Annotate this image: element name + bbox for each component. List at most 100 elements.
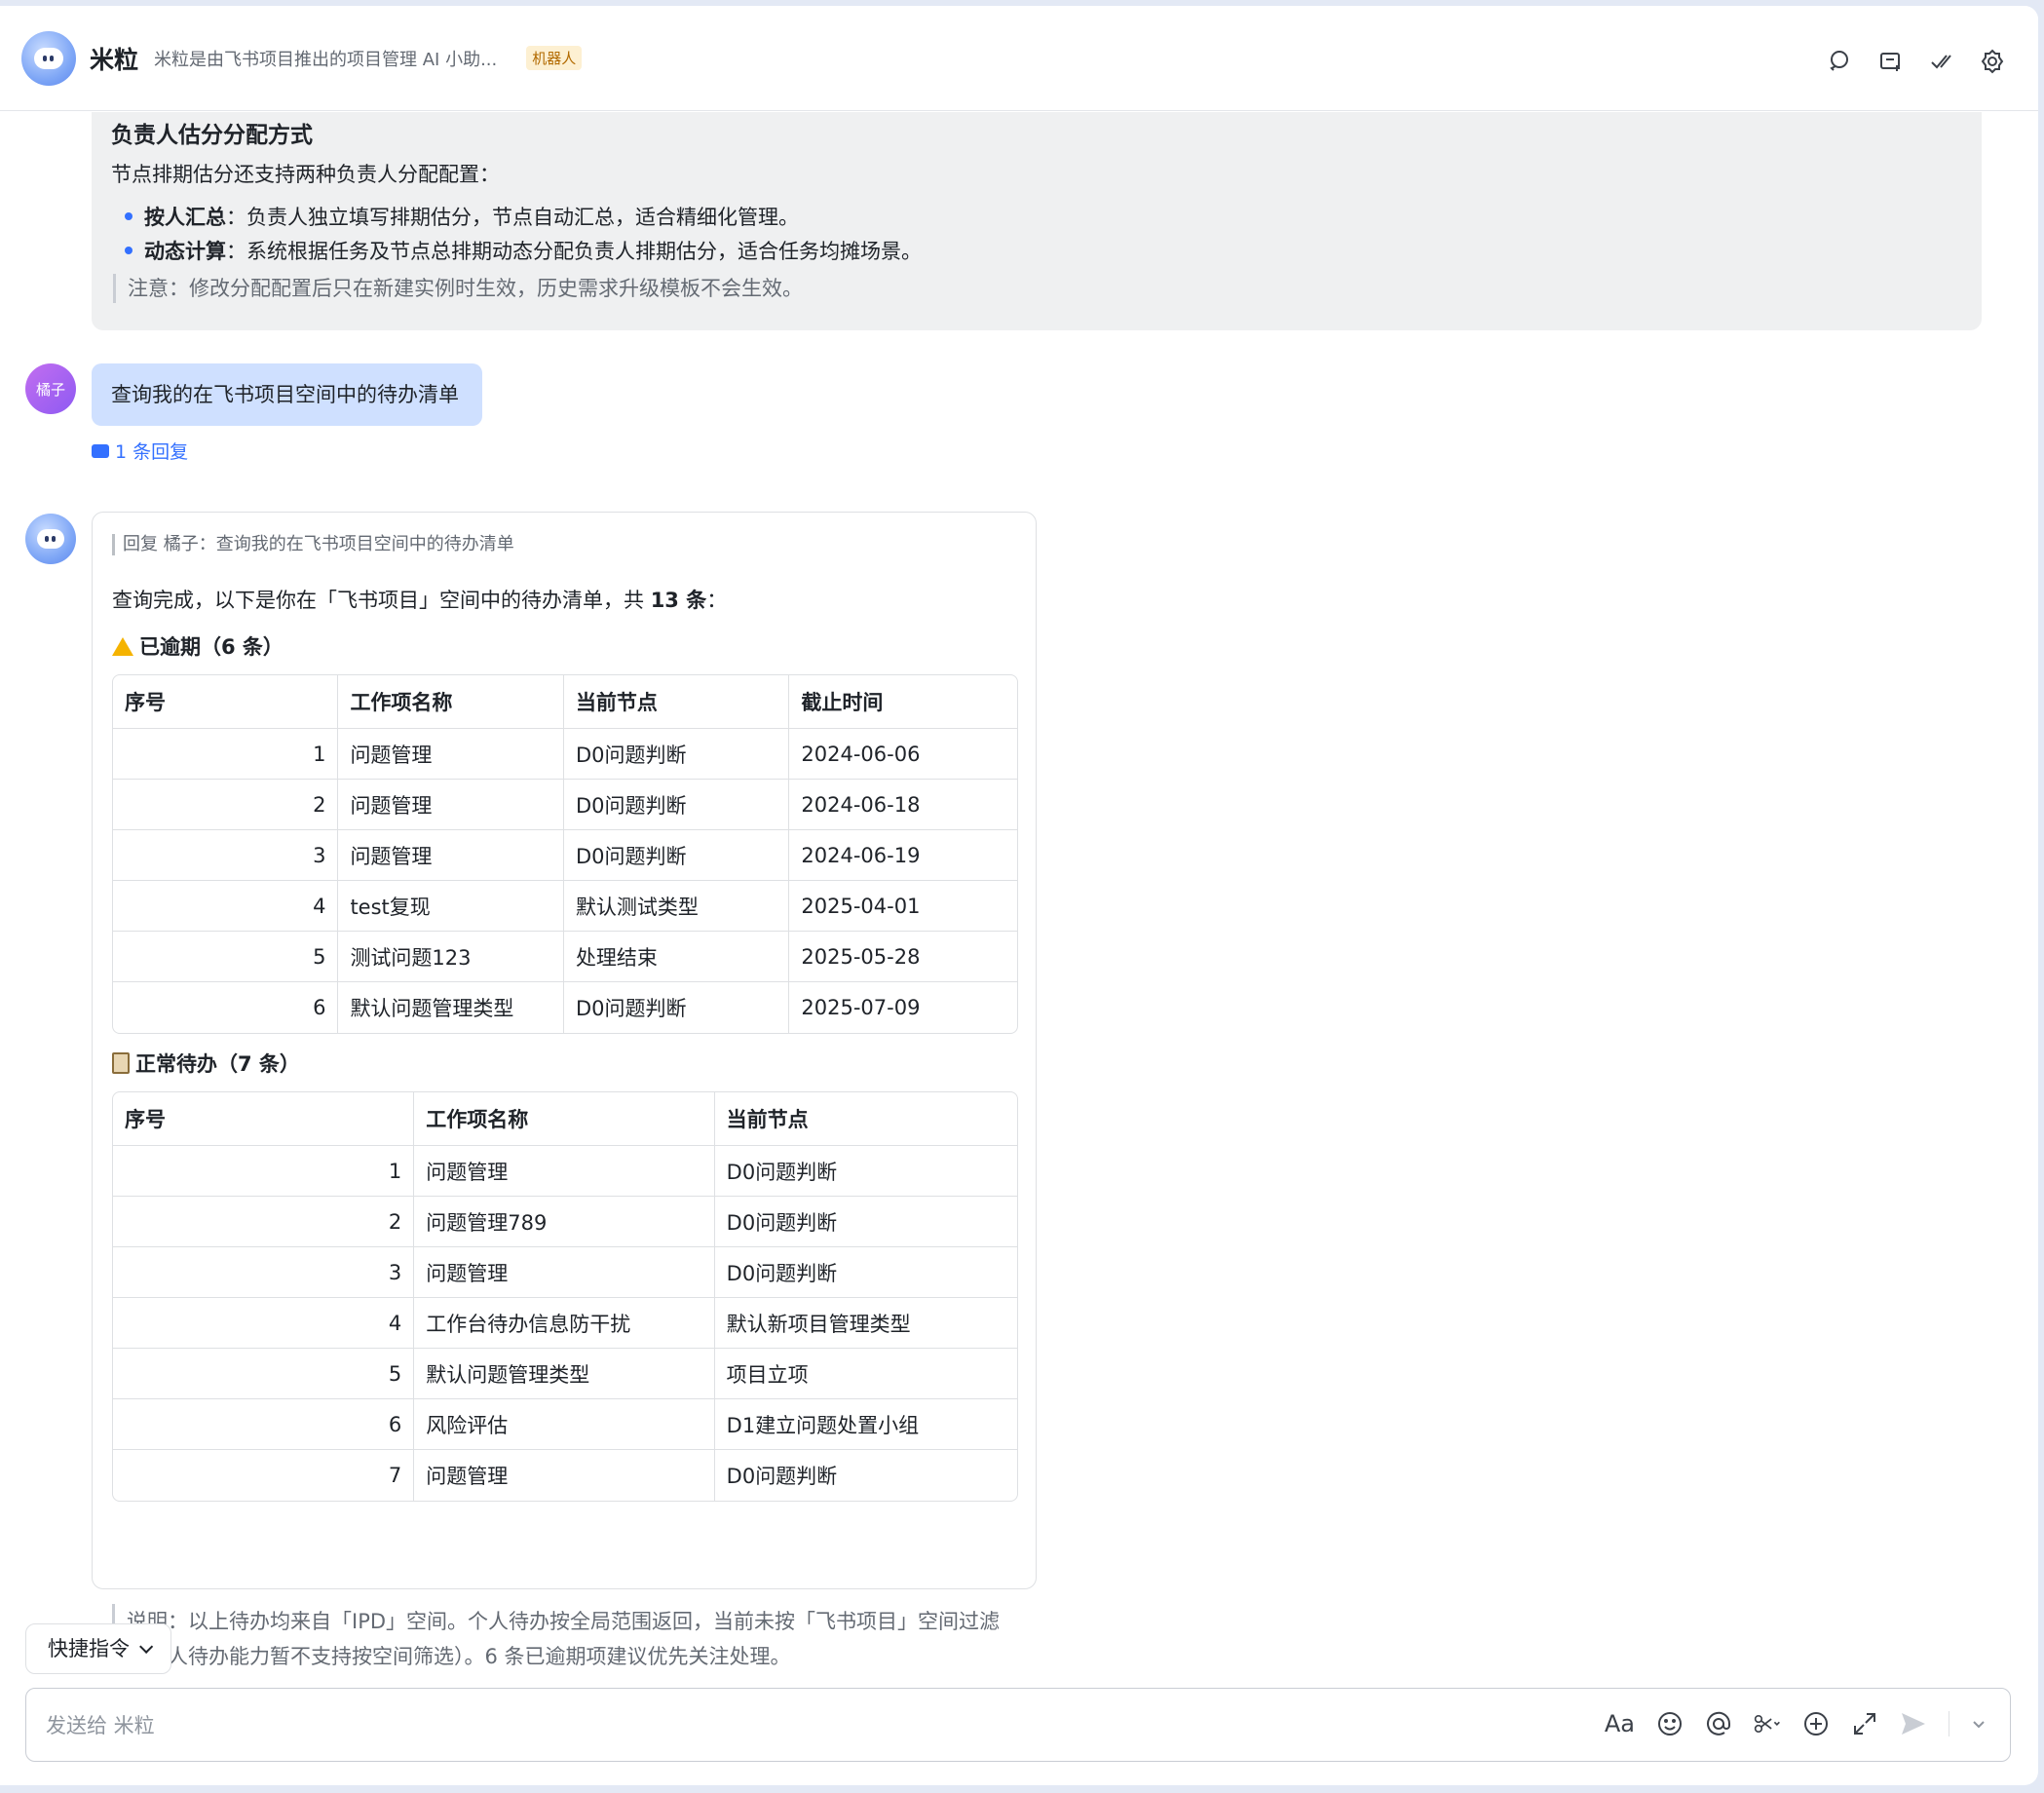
table-row: 7 问题管理 D0问题判断: [113, 1450, 1017, 1501]
table-cell: test复现: [338, 881, 564, 932]
message-input[interactable]: [46, 1708, 1507, 1743]
table-row: 6 风险评估 D1建立问题处置小组: [113, 1399, 1017, 1450]
bullet-list: 按人汇总：负责人独立填写排期估分，节点自动汇总，适合精细化管理。 动态计算：系统…: [125, 202, 922, 270]
table-cell: D0问题判断: [714, 1247, 1017, 1298]
message-paragraph: 节点排期估分还支持两种负责人分配配置：: [111, 163, 500, 186]
scissors-screenshot-icon[interactable]: [1754, 1710, 1781, 1737]
table-cell: 2: [113, 780, 339, 830]
table-cell: D0问题判断: [726, 1465, 838, 1488]
note-quote: 注意：修改分配配置后只在新建实例时生效，历史需求升级模板不会生效。: [113, 274, 803, 303]
settings-gear-icon[interactable]: [1980, 49, 2005, 74]
message-heading: 负责人估分分配方式: [111, 123, 313, 148]
table-cell: 默认新项目管理类型: [714, 1298, 1017, 1349]
table-cell: 2024-06-06: [789, 729, 1017, 780]
table-row: 1 问题管理 D0问题判断 2024-06-06: [113, 729, 1017, 780]
table-cell: D0问题判断: [564, 982, 790, 1033]
table-row: 4 工作台待办信息防干扰 默认新项目管理类型: [113, 1298, 1017, 1349]
table-cell: 2: [113, 1197, 415, 1247]
list-item: 动态计算：系统根据任务及节点总排期动态分配负责人排期估分，适合任务均摊场景。: [125, 236, 922, 270]
new-topic-icon[interactable]: [1878, 49, 1904, 74]
emoji-icon[interactable]: [1656, 1710, 1684, 1737]
table-cell: 工作台待办信息防干扰: [414, 1298, 715, 1349]
table-cell: 3: [113, 830, 339, 881]
reply-quote[interactable]: 回复 橘子：查询我的在飞书项目空间中的待办清单: [112, 534, 514, 555]
normal-section-title: 正常待办（7 条）: [112, 1049, 300, 1078]
chevron-down-icon: [139, 1639, 154, 1654]
table-cell: D0问题判断: [714, 1146, 1017, 1197]
table-cell: 6: [113, 1399, 415, 1450]
table-cell: 5: [113, 932, 339, 982]
table-cell: 2025-07-09: [801, 996, 921, 1019]
add-plus-icon[interactable]: [1802, 1710, 1830, 1737]
column-header: 工作项名称: [414, 1092, 715, 1146]
bot-avatar[interactable]: [21, 30, 76, 86]
table-cell: 处理结束: [563, 932, 790, 982]
table-cell: D1建立问题处置小组: [714, 1399, 1017, 1450]
user-avatar[interactable]: 橘子: [25, 363, 76, 414]
table-cell: 问题管理789: [414, 1197, 715, 1247]
table-row: 5 测试问题123 处理结束 2025-05-28: [113, 932, 1017, 982]
user-message-bubble[interactable]: 查询我的在飞书项目空间中的待办清单: [92, 363, 482, 426]
text-format-icon[interactable]: Aa: [1605, 1710, 1635, 1737]
table-cell: 1: [113, 729, 339, 780]
reply-intro: 查询完成，以下是你在「飞书项目」空间中的待办清单，共 13 条：: [112, 589, 728, 612]
column-header: 序号: [113, 1092, 415, 1146]
table-cell: 问题管理: [338, 729, 564, 780]
table-cell: 3: [113, 1247, 415, 1298]
task-check-icon[interactable]: [1929, 49, 1954, 74]
send-icon[interactable]: [1900, 1710, 1927, 1737]
table-cell: 问题管理: [338, 830, 564, 881]
table-row: 3 问题管理 D0问题判断: [113, 1247, 1017, 1298]
table-cell: 风险评估: [414, 1399, 715, 1450]
quick-command-button[interactable]: 快捷指令: [25, 1623, 171, 1674]
expand-icon[interactable]: [1851, 1710, 1878, 1737]
table-cell: 问题管理: [414, 1247, 715, 1298]
table-cell: 6: [113, 982, 339, 1033]
table-cell: 默认问题管理类型: [338, 982, 564, 1033]
table-cell: 项目立项: [714, 1349, 1017, 1399]
bot-tag: 机器人: [526, 46, 583, 70]
table-cell: 默认问题管理类型: [414, 1349, 715, 1399]
bot-description: 米粒是由飞书项目推出的项目管理 AI 小助...: [154, 49, 498, 70]
overdue-section-title: 已逾期（6 条）: [112, 631, 284, 661]
table-row: 6 默认问题管理类型 D0问题判断 2025-07-09: [113, 982, 1017, 1033]
chevron-down-icon[interactable]: [1971, 1716, 1987, 1732]
column-header: 当前节点: [714, 1092, 1017, 1146]
column-header: 当前节点: [563, 675, 790, 729]
table-cell: D0问题判断: [563, 780, 790, 830]
search-chat-icon[interactable]: [1828, 49, 1853, 74]
normal-table: 序号 工作项名称 当前节点 1 问题管理 D0问题判断 2 问题管理789 D0问题判断 3 问题…: [112, 1091, 1018, 1502]
thread-reply-link[interactable]: 1 条回复: [92, 438, 188, 464]
bot-avatar[interactable]: [25, 514, 76, 564]
table-cell: 7: [113, 1450, 415, 1501]
chat-header: 米粒 米粒是由飞书项目推出的项目管理 AI 小助... 机器人: [0, 6, 2038, 111]
column-header: 工作项名称: [338, 675, 564, 729]
table-cell: 2025-04-01: [789, 881, 1017, 932]
table-cell: 2024-06-18: [789, 780, 1017, 830]
comment-icon: [92, 443, 109, 458]
table-row: 2 问题管理789 D0问题判断: [113, 1197, 1017, 1247]
previous-bot-message: 负责人估分分配方式 节点排期估分还支持两种负责人分配配置： 按人汇总：负责人独立…: [92, 112, 1982, 330]
bot-name[interactable]: 米粒: [90, 41, 138, 76]
overdue-table: 序号 工作项名称 当前节点 截止时间 1 问题管理 D0问题判断 2024-06-06 2 问题…: [112, 674, 1018, 1034]
column-header: 序号: [113, 675, 339, 729]
table-cell: D0问题判断: [563, 729, 790, 780]
table-cell: 1: [113, 1146, 415, 1197]
table-row: 2 问题管理 D0问题判断 2024-06-18: [113, 780, 1017, 830]
table-cell: 默认测试类型: [563, 881, 790, 932]
table-row: 1 问题管理 D0问题判断: [113, 1146, 1017, 1197]
table-row: 5 默认问题管理类型 项目立项: [113, 1349, 1017, 1399]
message-list[interactable]: 负责人估分分配方式 节点排期估分还支持两种负责人分配配置： 按人汇总：负责人独立…: [0, 112, 2038, 1674]
table-cell: 4: [113, 881, 339, 932]
table-cell: 4: [113, 1298, 415, 1349]
clipboard-icon: [112, 1052, 130, 1074]
message-composer: Aa: [25, 1688, 2011, 1762]
table-cell: D0问题判断: [714, 1197, 1017, 1247]
table-cell: D0问题判断: [563, 830, 790, 881]
table-cell: 问题管理: [338, 780, 564, 830]
mention-icon[interactable]: [1705, 1710, 1732, 1737]
list-item: 按人汇总：负责人独立填写排期估分，节点自动汇总，适合精细化管理。: [125, 202, 922, 236]
table-cell: 2025-05-28: [789, 932, 1017, 982]
bot-reply-card: 回复 橘子：查询我的在飞书项目空间中的待办清单 查询完成，以下是你在「飞书项目」…: [92, 512, 1037, 1674]
warning-icon: [112, 636, 133, 656]
